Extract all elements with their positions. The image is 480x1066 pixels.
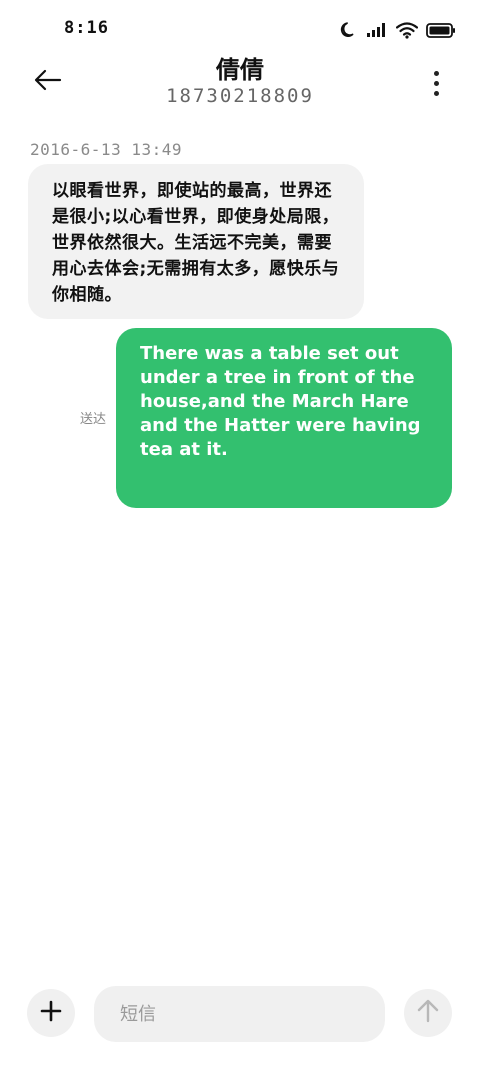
more-vertical-icon [433,70,439,96]
contact-number: 18730218809 [166,85,314,107]
status-bar: 8:16 [0,0,480,56]
message-input[interactable] [94,986,385,1042]
arrow-up-icon [417,999,439,1027]
incoming-message-bubble[interactable]: 以眼看世界，即使站的最高，世界还是很小;以心看世界，即使身处局限，世界依然很大。… [28,164,364,319]
message-input-container [94,986,385,1042]
add-attachment-button[interactable] [27,989,75,1037]
wifi-icon [396,21,418,39]
more-options-button[interactable] [422,68,450,98]
message-timestamp: 2016-6-13 13:49 [30,140,182,159]
delivery-status: 送达 [80,412,107,427]
status-time: 8:16 [64,18,109,38]
battery-icon [426,22,456,38]
contact-name: 倩倩 [216,56,264,84]
incoming-message-text: 以眼看世界，即使站的最高，世界还是很小;以心看世界，即使身处局限，世界依然很大。… [52,181,340,305]
signal-icon [366,22,388,38]
conversation-header: 倩倩 18730218809 [0,56,480,116]
plus-icon [40,1000,62,1026]
send-button[interactable] [404,989,452,1037]
outgoing-message-bubble[interactable]: There was a table set out under a tree i… [116,328,452,508]
outgoing-message-text: There was a table set out under a tree i… [140,343,421,460]
status-icons [340,19,456,41]
moon-icon [340,21,358,39]
